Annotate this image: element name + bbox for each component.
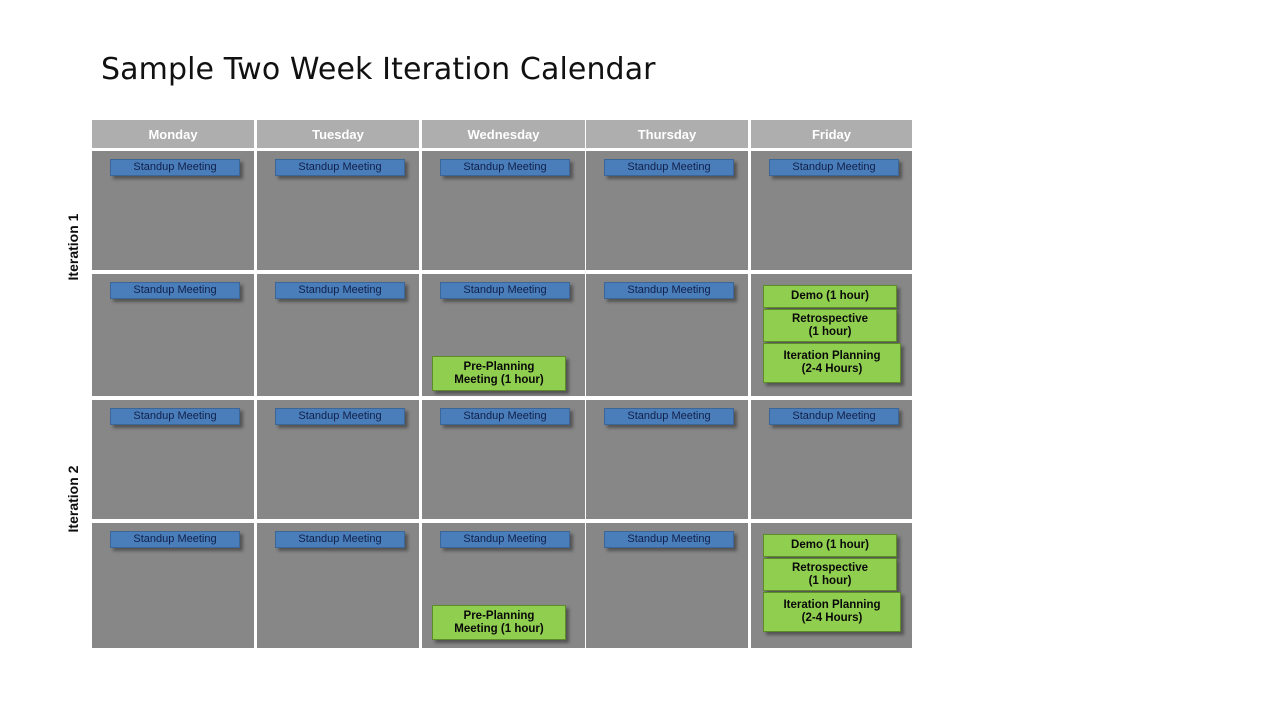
calendar-cell-friday-week1[interactable]: Standup Meeting (751, 151, 912, 270)
event-demo[interactable]: Demo (1 hour) (763, 534, 897, 557)
event-label: Standup Meeting (463, 410, 547, 422)
event-label-line2: Meeting (1 hour) (454, 373, 544, 386)
iteration-2-label: Iteration 2 (65, 465, 81, 533)
day-header-wednesday: Wednesday (422, 120, 585, 148)
event-standup-meeting[interactable]: Standup Meeting (604, 408, 734, 425)
event-label: Standup Meeting (792, 410, 876, 422)
event-pre-planning-meeting[interactable]: Pre-Planning Meeting (1 hour) (432, 356, 566, 391)
calendar-cell-tuesday-week4[interactable]: Standup Meeting (257, 523, 419, 648)
calendar-cell-friday-week4[interactable]: Demo (1 hour) Retrospective (1 hour) Ite… (751, 523, 912, 648)
event-label-line2: (1 hour) (808, 325, 852, 338)
event-label-line1: Iteration Planning (783, 350, 881, 362)
day-header-friday: Friday (751, 120, 912, 148)
event-label-line2: Meeting (1 hour) (454, 622, 544, 635)
event-label: Standup Meeting (627, 284, 711, 296)
calendar-grid: Monday Standup Meeting Standup Meeting S… (92, 120, 912, 648)
event-label: Standup Meeting (298, 161, 382, 173)
calendar-column-friday: Friday Standup Meeting Demo (1 hour) Ret… (751, 120, 912, 648)
event-standup-meeting[interactable]: Standup Meeting (275, 408, 405, 425)
event-label: Standup Meeting (133, 284, 217, 296)
event-standup-meeting[interactable]: Standup Meeting (440, 159, 570, 176)
event-label: Standup Meeting (627, 533, 711, 545)
event-label: Standup Meeting (298, 410, 382, 422)
event-label: Standup Meeting (463, 284, 547, 296)
event-standup-meeting[interactable]: Standup Meeting (440, 531, 570, 548)
event-label: Standup Meeting (792, 161, 876, 173)
event-retrospective[interactable]: Retrospective (1 hour) (763, 309, 897, 342)
calendar-cell-wednesday-week3[interactable]: Standup Meeting (422, 400, 585, 519)
event-label-line1: Pre-Planning (463, 609, 535, 622)
event-label: Demo (1 hour) (791, 290, 869, 302)
event-standup-meeting[interactable]: Standup Meeting (769, 159, 899, 176)
calendar-cell-wednesday-week2[interactable]: Standup Meeting Pre-Planning Meeting (1 … (422, 274, 585, 396)
event-label-line2: (1 hour) (808, 574, 852, 587)
event-iteration-planning[interactable]: Iteration Planning (2-4 Hours) (763, 343, 901, 383)
event-standup-meeting[interactable]: Standup Meeting (110, 282, 240, 299)
calendar-cell-thursday-week1[interactable]: Standup Meeting (586, 151, 748, 270)
event-standup-meeting[interactable]: Standup Meeting (110, 159, 240, 176)
calendar-cell-wednesday-week4[interactable]: Standup Meeting Pre-Planning Meeting (1 … (422, 523, 585, 648)
event-demo[interactable]: Demo (1 hour) (763, 285, 897, 308)
calendar-cell-tuesday-week3[interactable]: Standup Meeting (257, 400, 419, 519)
calendar-cell-tuesday-week2[interactable]: Standup Meeting (257, 274, 419, 396)
calendar-cell-monday-week3[interactable]: Standup Meeting (92, 400, 254, 519)
event-standup-meeting[interactable]: Standup Meeting (604, 531, 734, 548)
event-label: Standup Meeting (298, 284, 382, 296)
event-iteration-planning[interactable]: Iteration Planning (2-4 Hours) (763, 592, 901, 632)
event-label: Standup Meeting (133, 410, 217, 422)
event-label: Standup Meeting (627, 161, 711, 173)
calendar-column-tuesday: Tuesday Standup Meeting Standup Meeting … (257, 120, 419, 648)
event-label: Standup Meeting (133, 533, 217, 545)
calendar-column-monday: Monday Standup Meeting Standup Meeting S… (92, 120, 254, 648)
calendar-cell-friday-week2[interactable]: Demo (1 hour) Retrospective (1 hour) Ite… (751, 274, 912, 396)
event-standup-meeting[interactable]: Standup Meeting (275, 159, 405, 176)
event-label: Standup Meeting (627, 410, 711, 422)
iteration-1-label: Iteration 1 (65, 213, 81, 281)
event-label: Standup Meeting (463, 533, 547, 545)
event-standup-meeting[interactable]: Standup Meeting (275, 531, 405, 548)
event-standup-meeting[interactable]: Standup Meeting (604, 282, 734, 299)
day-header-thursday: Thursday (586, 120, 748, 148)
calendar-cell-tuesday-week1[interactable]: Standup Meeting (257, 151, 419, 270)
event-standup-meeting[interactable]: Standup Meeting (275, 282, 405, 299)
calendar-cell-monday-week2[interactable]: Standup Meeting (92, 274, 254, 396)
event-label-line1: Retrospective (791, 561, 869, 574)
calendar-cell-thursday-week2[interactable]: Standup Meeting (586, 274, 748, 396)
calendar-cell-thursday-week3[interactable]: Standup Meeting (586, 400, 748, 519)
event-standup-meeting[interactable]: Standup Meeting (440, 282, 570, 299)
event-pre-planning-meeting[interactable]: Pre-Planning Meeting (1 hour) (432, 605, 566, 640)
calendar-cell-friday-week3[interactable]: Standup Meeting (751, 400, 912, 519)
event-label-line2: (2-4 Hours) (801, 612, 863, 624)
day-header-tuesday: Tuesday (257, 120, 419, 148)
calendar-column-wednesday: Wednesday Standup Meeting Standup Meetin… (422, 120, 585, 648)
event-standup-meeting[interactable]: Standup Meeting (604, 159, 734, 176)
event-label-line2: (2-4 Hours) (801, 363, 863, 375)
day-header-monday: Monday (92, 120, 254, 148)
event-label-line1: Iteration Planning (783, 599, 881, 611)
event-standup-meeting[interactable]: Standup Meeting (110, 531, 240, 548)
event-label-line1: Retrospective (791, 312, 869, 325)
calendar-cell-wednesday-week1[interactable]: Standup Meeting (422, 151, 585, 270)
page-title: Sample Two Week Iteration Calendar (101, 52, 656, 87)
event-label: Standup Meeting (298, 533, 382, 545)
calendar-cell-thursday-week4[interactable]: Standup Meeting (586, 523, 748, 648)
calendar-column-thursday: Thursday Standup Meeting Standup Meeting… (586, 120, 748, 648)
event-standup-meeting[interactable]: Standup Meeting (769, 408, 899, 425)
calendar-cell-monday-week1[interactable]: Standup Meeting (92, 151, 254, 270)
event-retrospective[interactable]: Retrospective (1 hour) (763, 558, 897, 591)
event-label: Standup Meeting (463, 161, 547, 173)
calendar-cell-monday-week4[interactable]: Standup Meeting (92, 523, 254, 648)
event-label: Standup Meeting (133, 161, 217, 173)
slide-canvas: Sample Two Week Iteration Calendar Itera… (0, 0, 1280, 720)
event-standup-meeting[interactable]: Standup Meeting (440, 408, 570, 425)
event-standup-meeting[interactable]: Standup Meeting (110, 408, 240, 425)
event-label: Demo (1 hour) (791, 539, 869, 551)
event-label-line1: Pre-Planning (463, 360, 535, 373)
